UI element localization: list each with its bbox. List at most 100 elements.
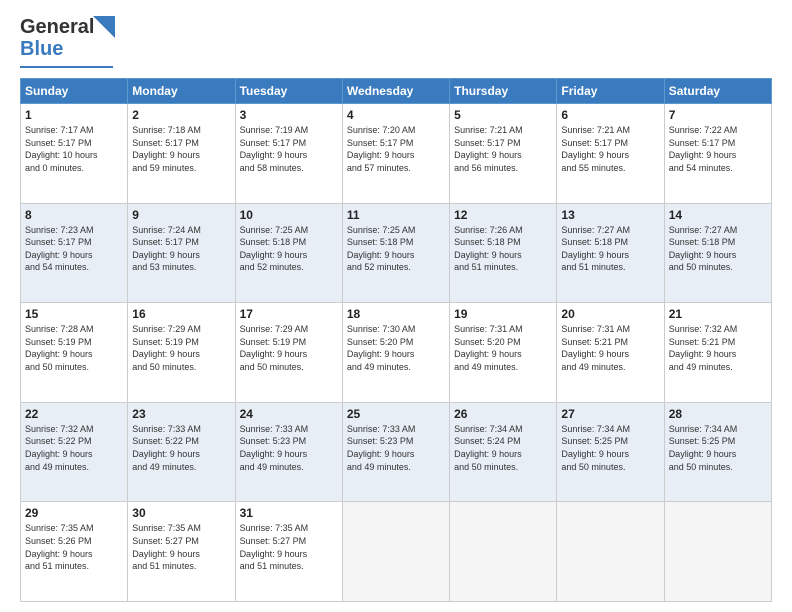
cell-line: and 0 minutes. xyxy=(25,162,123,175)
cell-line: and 49 minutes. xyxy=(347,461,445,474)
cell-line: and 50 minutes. xyxy=(669,461,767,474)
cell-line: Sunrise: 7:29 AM xyxy=(132,323,230,336)
cell-line: Sunrise: 7:31 AM xyxy=(454,323,552,336)
cell-line: Sunset: 5:17 PM xyxy=(561,137,659,150)
cell-sun-info: Sunrise: 7:21 AMSunset: 5:17 PMDaylight:… xyxy=(561,124,659,174)
day-number: 9 xyxy=(132,208,230,222)
cell-line: Daylight: 10 hours xyxy=(25,149,123,162)
cell-line: Daylight: 9 hours xyxy=(132,249,230,262)
cell-line: Daylight: 9 hours xyxy=(669,448,767,461)
weekday-header-sunday: Sunday xyxy=(21,79,128,104)
cell-line: Sunset: 5:22 PM xyxy=(132,435,230,448)
cell-line: Sunrise: 7:34 AM xyxy=(669,423,767,436)
cell-line: Sunrise: 7:34 AM xyxy=(454,423,552,436)
cell-line: Daylight: 9 hours xyxy=(132,149,230,162)
cell-line: Daylight: 9 hours xyxy=(561,448,659,461)
cell-line: and 57 minutes. xyxy=(347,162,445,175)
day-number: 25 xyxy=(347,407,445,421)
cell-line: Sunset: 5:25 PM xyxy=(561,435,659,448)
cell-sun-info: Sunrise: 7:35 AMSunset: 5:27 PMDaylight:… xyxy=(240,522,338,572)
cell-line: and 49 minutes. xyxy=(669,361,767,374)
calendar-cell: 15Sunrise: 7:28 AMSunset: 5:19 PMDayligh… xyxy=(21,303,128,403)
cell-sun-info: Sunrise: 7:34 AMSunset: 5:25 PMDaylight:… xyxy=(561,423,659,473)
cell-line: Daylight: 9 hours xyxy=(25,448,123,461)
cell-line: Sunrise: 7:25 AM xyxy=(240,224,338,237)
calendar-cell: 7Sunrise: 7:22 AMSunset: 5:17 PMDaylight… xyxy=(664,104,771,204)
day-number: 1 xyxy=(25,108,123,122)
calendar-cell: 13Sunrise: 7:27 AMSunset: 5:18 PMDayligh… xyxy=(557,203,664,303)
day-number: 2 xyxy=(132,108,230,122)
calendar-cell: 4Sunrise: 7:20 AMSunset: 5:17 PMDaylight… xyxy=(342,104,449,204)
calendar-cell: 20Sunrise: 7:31 AMSunset: 5:21 PMDayligh… xyxy=(557,303,664,403)
day-number: 15 xyxy=(25,307,123,321)
calendar-week-row: 8Sunrise: 7:23 AMSunset: 5:17 PMDaylight… xyxy=(21,203,772,303)
day-number: 17 xyxy=(240,307,338,321)
cell-line: and 52 minutes. xyxy=(240,261,338,274)
cell-line: and 51 minutes. xyxy=(25,560,123,573)
weekday-header-row: SundayMondayTuesdayWednesdayThursdayFrid… xyxy=(21,79,772,104)
cell-line: Sunset: 5:18 PM xyxy=(454,236,552,249)
cell-sun-info: Sunrise: 7:34 AMSunset: 5:24 PMDaylight:… xyxy=(454,423,552,473)
weekday-header-saturday: Saturday xyxy=(664,79,771,104)
cell-line: Daylight: 9 hours xyxy=(454,249,552,262)
calendar-cell: 8Sunrise: 7:23 AMSunset: 5:17 PMDaylight… xyxy=(21,203,128,303)
cell-line: Sunset: 5:26 PM xyxy=(25,535,123,548)
cell-line: Sunrise: 7:19 AM xyxy=(240,124,338,137)
cell-line: Daylight: 9 hours xyxy=(669,249,767,262)
cell-line: and 50 minutes. xyxy=(454,461,552,474)
cell-sun-info: Sunrise: 7:23 AMSunset: 5:17 PMDaylight:… xyxy=(25,224,123,274)
cell-line: Daylight: 9 hours xyxy=(132,548,230,561)
cell-line: and 59 minutes. xyxy=(132,162,230,175)
cell-line: Sunrise: 7:23 AM xyxy=(25,224,123,237)
cell-sun-info: Sunrise: 7:25 AMSunset: 5:18 PMDaylight:… xyxy=(240,224,338,274)
cell-line: Daylight: 9 hours xyxy=(347,249,445,262)
calendar-cell: 26Sunrise: 7:34 AMSunset: 5:24 PMDayligh… xyxy=(450,402,557,502)
cell-line: Sunset: 5:20 PM xyxy=(347,336,445,349)
cell-line: Sunset: 5:21 PM xyxy=(669,336,767,349)
calendar-cell: 2 Sunrise: 7:18 AMSunset: 5:17 PMDaylight… xyxy=(128,104,235,204)
cell-sun-info: Sunrise: 7:35 AMSunset: 5:26 PMDaylight:… xyxy=(25,522,123,572)
calendar-cell: 17Sunrise: 7:29 AMSunset: 5:19 PMDayligh… xyxy=(235,303,342,403)
cell-sun-info: Sunrise: 7:32 AMSunset: 5:22 PMDaylight:… xyxy=(25,423,123,473)
cell-line: Sunset: 5:25 PM xyxy=(669,435,767,448)
cell-sun-info: Sunrise: 7:18 AMSunset: 5:17 PMDaylight:… xyxy=(132,124,230,174)
cell-sun-info: Sunrise: 7:27 AMSunset: 5:18 PMDaylight:… xyxy=(561,224,659,274)
calendar-cell: 24Sunrise: 7:33 AMSunset: 5:23 PMDayligh… xyxy=(235,402,342,502)
cell-line: and 55 minutes. xyxy=(561,162,659,175)
cell-line: Sunrise: 7:29 AM xyxy=(240,323,338,336)
cell-line: Sunrise: 7:33 AM xyxy=(347,423,445,436)
cell-line: and 49 minutes. xyxy=(454,361,552,374)
cell-line: Sunset: 5:19 PM xyxy=(25,336,123,349)
day-number: 21 xyxy=(669,307,767,321)
cell-sun-info: Sunrise: 7:31 AMSunset: 5:20 PMDaylight:… xyxy=(454,323,552,373)
day-number: 31 xyxy=(240,506,338,520)
cell-sun-info: Sunrise: 7:21 AMSunset: 5:17 PMDaylight:… xyxy=(454,124,552,174)
cell-line: Sunrise: 7:32 AM xyxy=(25,423,123,436)
calendar-cell: 16Sunrise: 7:29 AMSunset: 5:19 PMDayligh… xyxy=(128,303,235,403)
day-number: 3 xyxy=(240,108,338,122)
cell-sun-info: Sunrise: 7:22 AMSunset: 5:17 PMDaylight:… xyxy=(669,124,767,174)
cell-sun-info: Sunrise: 7:30 AMSunset: 5:20 PMDaylight:… xyxy=(347,323,445,373)
calendar-cell: 12Sunrise: 7:26 AMSunset: 5:18 PMDayligh… xyxy=(450,203,557,303)
cell-line: Sunrise: 7:21 AM xyxy=(454,124,552,137)
cell-sun-info: Sunrise: 7:26 AMSunset: 5:18 PMDaylight:… xyxy=(454,224,552,274)
cell-line: Sunset: 5:24 PM xyxy=(454,435,552,448)
cell-sun-info: Sunrise: 7:25 AMSunset: 5:18 PMDaylight:… xyxy=(347,224,445,274)
day-number: 10 xyxy=(240,208,338,222)
cell-line: Daylight: 9 hours xyxy=(240,448,338,461)
cell-sun-info: Sunrise: 7:20 AMSunset: 5:17 PMDaylight:… xyxy=(347,124,445,174)
cell-line: Sunrise: 7:20 AM xyxy=(347,124,445,137)
calendar-cell xyxy=(450,502,557,602)
cell-line: Sunset: 5:22 PM xyxy=(25,435,123,448)
logo: General Blue xyxy=(20,16,115,68)
cell-line: and 51 minutes. xyxy=(561,261,659,274)
calendar-cell xyxy=(664,502,771,602)
cell-line: Sunset: 5:17 PM xyxy=(669,137,767,150)
cell-line: and 54 minutes. xyxy=(25,261,123,274)
cell-sun-info: Sunrise: 7:33 AMSunset: 5:23 PMDaylight:… xyxy=(347,423,445,473)
cell-line: Daylight: 9 hours xyxy=(454,348,552,361)
cell-line: and 54 minutes. xyxy=(669,162,767,175)
cell-sun-info: Sunrise: 7:24 AMSunset: 5:17 PMDaylight:… xyxy=(132,224,230,274)
cell-sun-info: Sunrise: 7:27 AMSunset: 5:18 PMDaylight:… xyxy=(669,224,767,274)
day-number: 6 xyxy=(561,108,659,122)
